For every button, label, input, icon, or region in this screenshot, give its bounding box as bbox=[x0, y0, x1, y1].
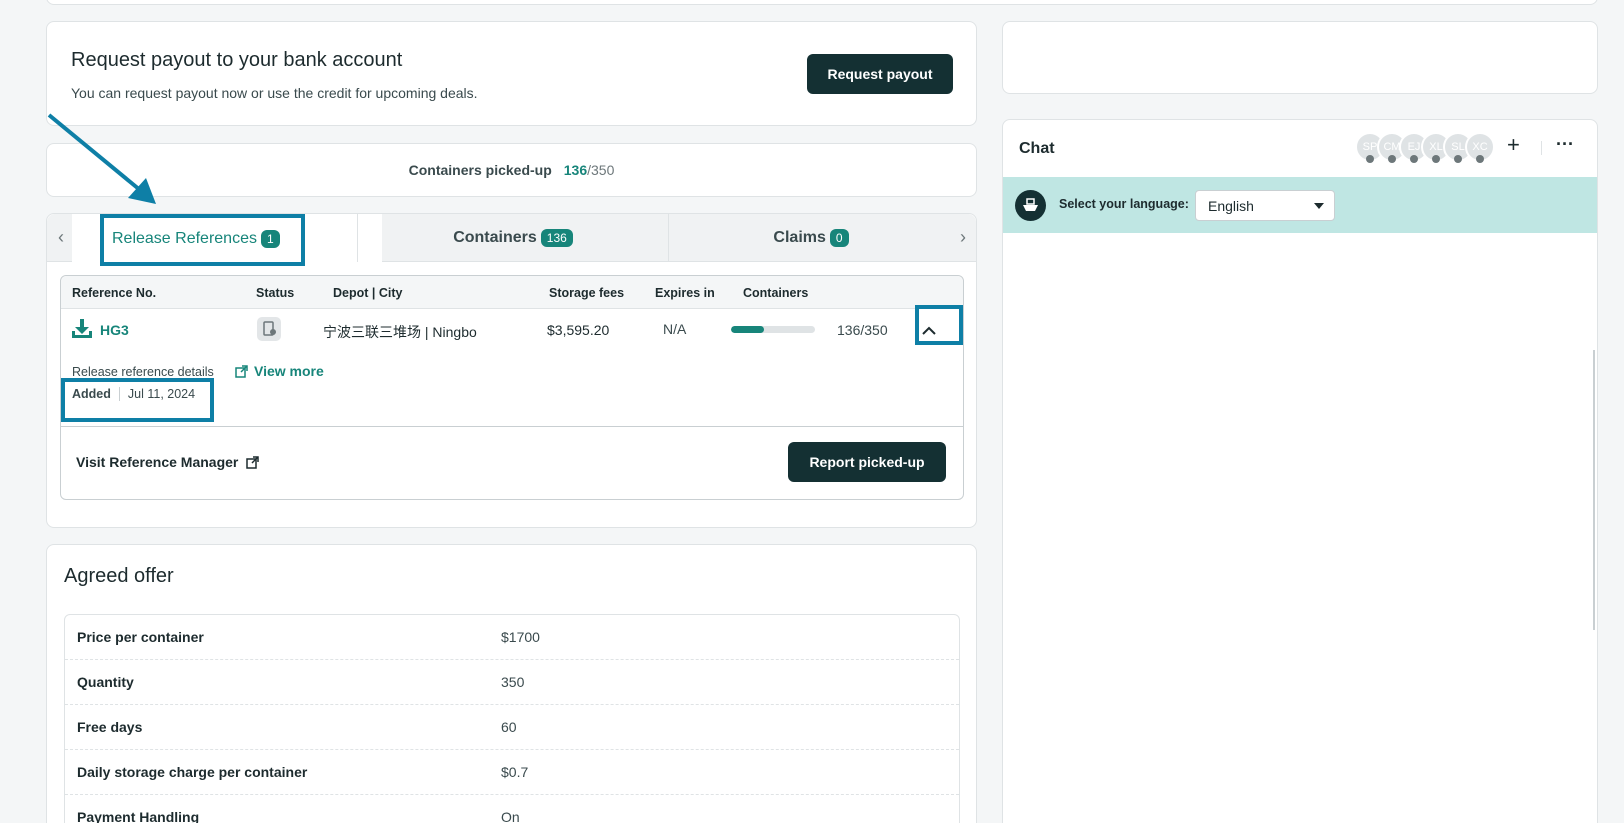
highlight-release-tab bbox=[100, 214, 305, 266]
offer-row: Price per container $1700 bbox=[65, 615, 959, 660]
payout-card: Request payout to your bank account You … bbox=[46, 21, 977, 126]
containers-value: 136/350 bbox=[837, 322, 888, 338]
pickup-summary-label: Containers picked-up bbox=[408, 162, 552, 178]
chat-participants[interactable]: SP CM EJ XL SL XC bbox=[1355, 132, 1505, 166]
tab-claims-badge: 0 bbox=[829, 229, 849, 247]
payout-subtitle: You can request payout now or use the cr… bbox=[71, 85, 478, 101]
view-more-label: View more bbox=[254, 363, 324, 379]
highlight-collapse-button bbox=[915, 305, 963, 345]
col-expires-in: Expires in bbox=[655, 286, 715, 300]
tab-claims-label: Claims bbox=[773, 229, 826, 246]
highlight-added-date bbox=[61, 378, 214, 422]
language-label: Select your language: bbox=[1059, 197, 1189, 211]
tab-scroll-left[interactable]: ‹ bbox=[51, 227, 71, 249]
visit-reference-manager-label: Visit Reference Manager bbox=[76, 454, 239, 470]
col-status: Status bbox=[256, 286, 295, 300]
table-footer: Visit Reference Manager Report picked-up bbox=[61, 426, 963, 499]
col-reference-no: Reference No. bbox=[72, 286, 157, 300]
storage-fees-value: $3,595.20 bbox=[547, 322, 610, 338]
agreed-offer-title: Agreed offer bbox=[64, 565, 174, 587]
request-payout-button[interactable]: Request payout bbox=[807, 54, 953, 94]
release-details-label: Release reference details bbox=[72, 365, 214, 379]
tab-claims[interactable]: Claims 0 bbox=[668, 214, 953, 262]
download-icon[interactable] bbox=[71, 319, 93, 339]
offer-row: Daily storage charge per container $0.7 bbox=[65, 750, 959, 795]
tab-containers-badge: 136 bbox=[540, 229, 573, 247]
containers-progress-bar bbox=[731, 326, 815, 333]
chat-title: Chat bbox=[1019, 140, 1055, 157]
ship-icon bbox=[1015, 190, 1046, 221]
col-depot-city: Depot | City bbox=[333, 286, 403, 300]
report-picked-up-button[interactable]: Report picked-up bbox=[788, 442, 946, 482]
visit-reference-manager-link[interactable]: Visit Reference Manager bbox=[76, 454, 260, 470]
reference-link[interactable]: HG3 bbox=[100, 322, 129, 338]
view-more-link[interactable]: View more bbox=[235, 363, 324, 379]
side-empty-card bbox=[1002, 21, 1598, 94]
status-document-icon bbox=[257, 317, 281, 341]
avatar[interactable]: XC bbox=[1465, 132, 1495, 163]
add-participant-plus-icon[interactable]: + bbox=[1507, 132, 1520, 158]
offer-row: Quantity 350 bbox=[65, 660, 959, 705]
language-select[interactable]: English bbox=[1195, 190, 1335, 221]
external-link-icon bbox=[235, 364, 248, 378]
language-select-value: English bbox=[1208, 198, 1254, 214]
depot-city-value: 宁波三联三堆场 | Ningbo bbox=[323, 324, 477, 340]
offer-row: Payment Handling On bbox=[77, 809, 520, 823]
chat-card: Chat SP CM EJ XL SL XC + ··· Select your… bbox=[1002, 119, 1598, 823]
col-storage-fees: Storage fees bbox=[549, 286, 625, 300]
agreed-offer-card: Agreed offer Price per container $1700 Qu… bbox=[46, 544, 977, 823]
more-options-icon[interactable]: ··· bbox=[1556, 134, 1574, 155]
caret-down-icon bbox=[1314, 203, 1324, 209]
offer-row: Free days 60 bbox=[65, 705, 959, 750]
tab-containers[interactable]: Containers 136 bbox=[357, 214, 668, 262]
tab-scroll-right[interactable]: › bbox=[953, 227, 973, 249]
language-bar: Select your language: English bbox=[1003, 177, 1597, 233]
pickup-picked-count: 136 bbox=[563, 162, 588, 178]
chat-header-divider bbox=[1541, 141, 1542, 155]
table-header: Reference No. Status Depot | City Storag… bbox=[61, 276, 963, 309]
pickup-total: /350 bbox=[587, 162, 615, 178]
col-containers: Containers bbox=[743, 286, 809, 300]
pickup-summary-card: Containers picked-up 136 /350 bbox=[46, 143, 977, 197]
offer-table: Price per container $1700 Quantity 350 Fre… bbox=[64, 614, 960, 823]
tab-containers-label: Containers bbox=[453, 229, 537, 246]
annotation-arrow-icon bbox=[47, 113, 156, 204]
expires-in-value: N/A bbox=[663, 321, 687, 337]
chat-scrollbar[interactable] bbox=[1593, 350, 1595, 630]
table-row[interactable]: HG3 宁波三联三堆场 | Ningbo $3,595.20 N/A 136/3… bbox=[61, 309, 963, 351]
top-card-edge bbox=[46, 0, 1598, 5]
external-link-icon bbox=[246, 455, 260, 469]
containers-progress-fill bbox=[731, 326, 764, 333]
payout-title: Request payout to your bank account bbox=[71, 49, 403, 71]
